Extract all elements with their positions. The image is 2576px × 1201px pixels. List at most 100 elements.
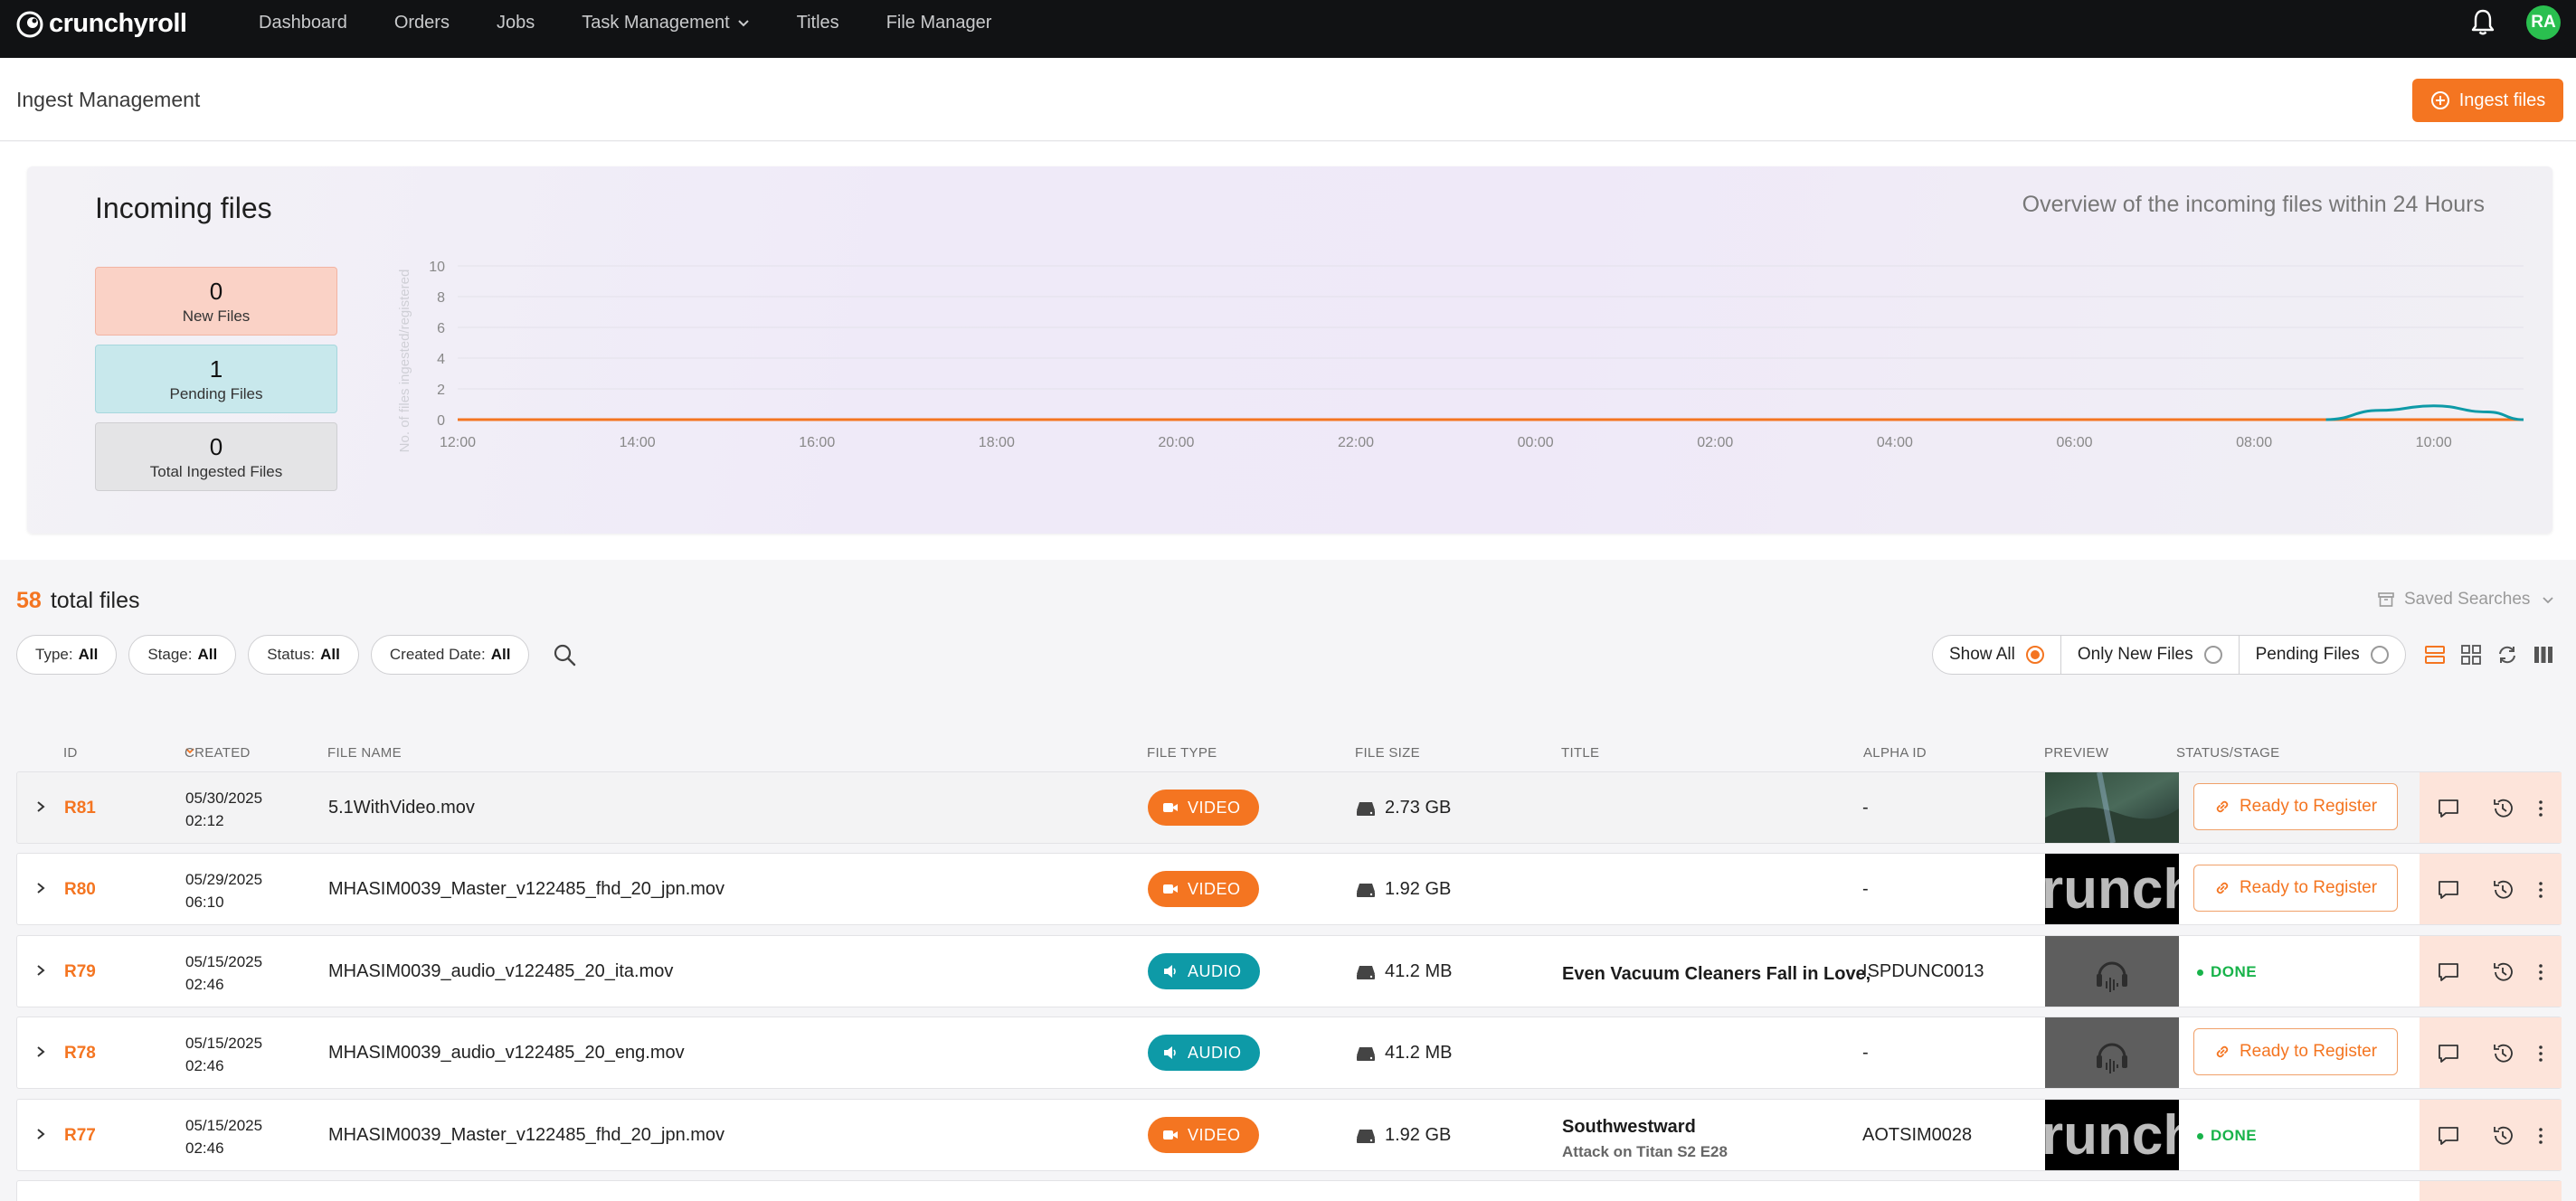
column-alpha-id[interactable]: ALPHA ID — [1863, 745, 1927, 761]
filter-type[interactable]: Type: All — [16, 635, 118, 675]
comment-icon[interactable] — [2436, 1123, 2461, 1149]
segment-only-new-files[interactable]: Only New Files — [2061, 636, 2240, 674]
hard-drive-icon — [1357, 801, 1375, 816]
created-datetime: 05/29/2025 06:10 — [185, 868, 262, 913]
more-options-icon[interactable] — [2528, 1041, 2553, 1066]
comment-icon[interactable] — [2436, 877, 2461, 903]
chevron-right-icon[interactable] — [33, 799, 48, 814]
file-preview[interactable]: runch — [2045, 854, 2179, 924]
column-file-type[interactable]: FILE TYPE — [1147, 745, 1217, 761]
user-avatar[interactable]: RA — [2526, 5, 2561, 40]
y-axis-label: No. of files ingested/registered — [397, 270, 412, 453]
comment-icon[interactable] — [2436, 960, 2461, 985]
alpha-id: ISPDUNC0013 — [1862, 961, 1984, 981]
file-name[interactable]: MHASIM0039_audio_v122485_20_ita.mov — [328, 961, 673, 982]
filter-created-date[interactable]: Created Date: All — [370, 635, 530, 675]
more-options-icon[interactable] — [2528, 1123, 2553, 1149]
stat-new-files[interactable]: 0 New Files — [95, 267, 337, 336]
column-file-size[interactable]: FILE SIZE — [1355, 745, 1420, 761]
history-icon[interactable] — [2490, 960, 2515, 985]
chevron-right-icon[interactable] — [33, 1045, 48, 1059]
table-row[interactable]: R78 05/15/2025 02:46 MHASIM0039_audio_v12… — [16, 1017, 2562, 1089]
nav-task-management[interactable]: Task Management — [582, 13, 749, 33]
column-title[interactable]: TITLE — [1561, 745, 1599, 761]
column-status-stage[interactable]: STATUS/STAGE — [2176, 745, 2279, 761]
file-id[interactable]: R80 — [64, 880, 96, 900]
table-row[interactable]: R77 05/15/2025 02:46 MHASIM0039_Master_v1… — [16, 1099, 2562, 1171]
segment-show-all[interactable]: Show All — [1933, 636, 2061, 674]
stat-total-ingested-files[interactable]: 0 Total Ingested Files — [95, 422, 337, 491]
file-size: 41.2 MB — [1356, 1043, 1452, 1064]
ready-to-register-button[interactable]: Ready to Register — [2193, 1028, 2398, 1075]
refresh-icon[interactable] — [2496, 644, 2518, 666]
filter-status[interactable]: Status: All — [248, 635, 359, 675]
notification-bell-icon[interactable] — [2469, 7, 2496, 36]
nav-jobs[interactable]: Jobs — [497, 13, 535, 33]
file-preview[interactable] — [2045, 936, 2179, 1007]
chevron-right-icon[interactable] — [33, 881, 48, 895]
total-files-heading: 58 total files — [16, 588, 139, 614]
crunchyroll-logo[interactable]: crunchyroll — [16, 9, 187, 39]
file-id[interactable]: R78 — [64, 1044, 96, 1064]
history-icon[interactable] — [2490, 796, 2515, 821]
grid-view-icon[interactable] — [2460, 644, 2482, 666]
table-row[interactable]: R79 05/15/2025 02:46 MHASIM0039_audio_v12… — [16, 935, 2562, 1007]
file-preview[interactable]: runch — [2045, 1100, 2179, 1170]
history-icon[interactable] — [2490, 1123, 2515, 1149]
more-options-icon[interactable] — [2528, 960, 2553, 985]
nav-file-manager[interactable]: File Manager — [886, 13, 992, 33]
file-name[interactable]: MHASIM0039_Master_v122485_fhd_20_jpn.mov — [328, 1125, 724, 1146]
created-time: 02:46 — [185, 976, 224, 993]
file-type-label: VIDEO — [1188, 879, 1241, 898]
x-tick-label: 06:00 — [2056, 435, 2092, 450]
nav-titles[interactable]: Titles — [797, 13, 839, 33]
x-tick-label: 22:00 — [1338, 435, 1374, 450]
columns-icon[interactable] — [2533, 644, 2554, 666]
file-name[interactable]: MHASIM0039_Master_v122485_fhd_20_jpn.mov — [328, 879, 724, 900]
filter-stage[interactable]: Stage: All — [128, 635, 237, 675]
file-title[interactable]: Southwestward Attack on Titan S2 E28 — [1562, 1114, 1728, 1165]
file-id[interactable]: R81 — [64, 799, 96, 818]
file-preview[interactable] — [2045, 1017, 2179, 1088]
file-preview[interactable] — [2045, 772, 2179, 843]
nav-orders[interactable]: Orders — [394, 13, 450, 33]
file-id[interactable]: R79 — [64, 962, 96, 982]
file-name[interactable]: MHASIM0039_audio_v122485_20_eng.mov — [328, 1043, 685, 1064]
stat-pending-files[interactable]: 1 Pending Files — [95, 345, 337, 413]
search-icon[interactable] — [552, 642, 577, 667]
comment-icon[interactable] — [2436, 796, 2461, 821]
chevron-right-icon[interactable] — [33, 1127, 48, 1141]
column-id[interactable]: ID — [63, 745, 78, 761]
more-options-icon[interactable] — [2528, 796, 2553, 821]
file-name[interactable]: 5.1WithVideo.mov — [328, 798, 475, 818]
filter-chips: Type: All Stage: All Status: All Created Da… — [16, 635, 530, 675]
nav-dashboard[interactable]: Dashboard — [259, 13, 347, 33]
history-icon[interactable] — [2490, 877, 2515, 903]
y-tick-label: 6 — [437, 321, 445, 336]
ready-to-register-button[interactable]: Ready to Register — [2193, 783, 2398, 830]
table-row[interactable]: R80 05/29/2025 06:10 MHASIM0039_Master_v1… — [16, 853, 2562, 925]
y-tick-label: 4 — [437, 352, 445, 367]
column-created-label: CREATED — [185, 745, 251, 761]
file-preview[interactable] — [2045, 1181, 2179, 1201]
history-icon[interactable] — [2490, 1041, 2515, 1066]
column-created[interactable]: CREATED — [185, 745, 250, 761]
list-view-icon[interactable] — [2424, 644, 2446, 666]
saved-searches-dropdown[interactable]: Saved Searches — [2377, 590, 2557, 610]
column-file-name[interactable]: FILE NAME — [327, 745, 402, 761]
ready-to-register-button[interactable]: Ready to Register — [2193, 865, 2398, 912]
segment-pending-files[interactable]: Pending Files — [2240, 636, 2405, 674]
chevron-right-icon[interactable] — [33, 963, 48, 978]
file-id[interactable]: R77 — [64, 1126, 96, 1146]
status-text: Ready to Register — [2239, 797, 2378, 816]
radio-unselected — [2203, 646, 2222, 664]
row-actions — [2420, 1181, 2562, 1201]
y-tick-label: 2 — [437, 383, 445, 398]
ingest-files-button[interactable]: Ingest files — [2412, 79, 2563, 122]
video-camera-icon — [1163, 803, 1178, 812]
more-options-icon[interactable] — [2528, 877, 2553, 903]
file-title[interactable]: Even Vacuum Cleaners Fall in Love, — [1562, 961, 1870, 987]
table-row[interactable]: R81 05/30/2025 02:12 5.1WithVideo.mov VID… — [16, 771, 2562, 844]
comment-icon[interactable] — [2436, 1041, 2461, 1066]
table-row[interactable]: Southwestward — [16, 1180, 2562, 1201]
